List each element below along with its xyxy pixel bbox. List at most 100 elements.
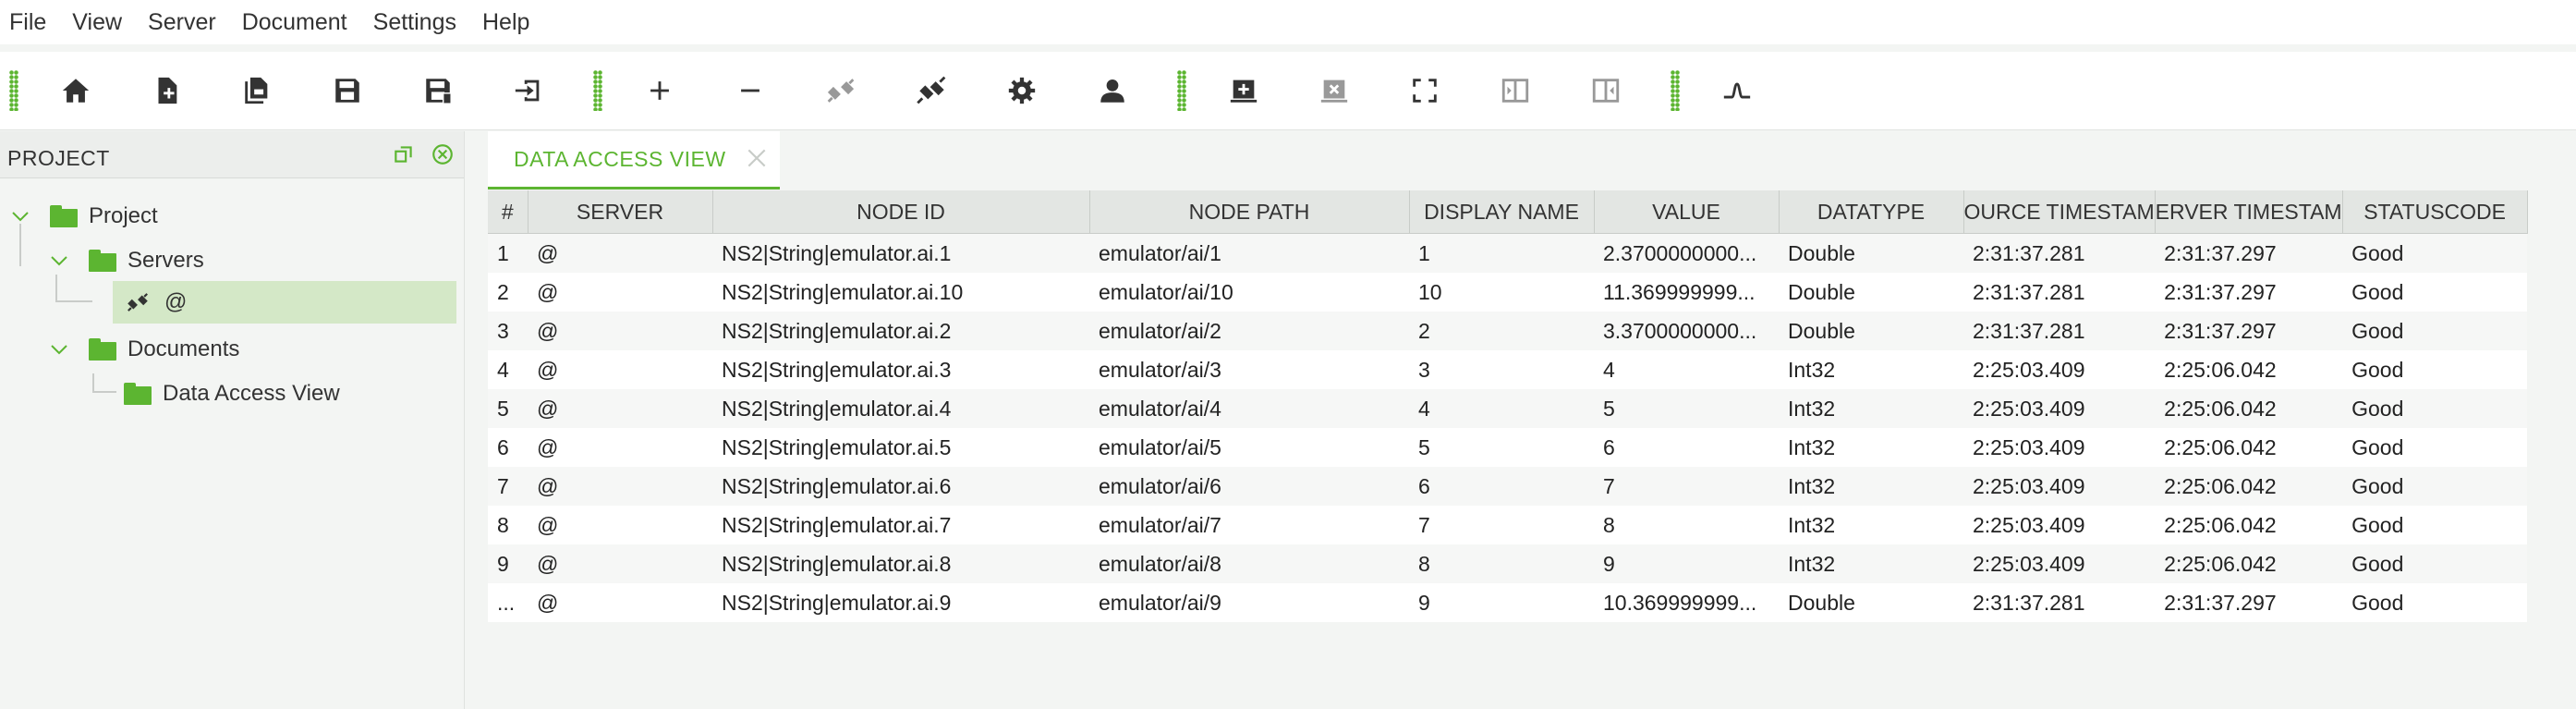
home-icon [62,79,90,103]
column-header-datatype[interactable]: DATATYPE [1779,190,1964,234]
fullscreen-button[interactable] [1399,65,1451,116]
toolbar-grip[interactable] [1671,70,1680,111]
tree-item-project[interactable]: Project [9,195,158,238]
toolbar-grip[interactable] [593,70,602,111]
tree-item-documents[interactable]: Documents [48,328,239,371]
save-as-button[interactable] [412,65,464,116]
table-cell-node-path: emulator/ai/1 [1089,233,1409,273]
tab-label: DATA ACCESS VIEW [514,146,726,171]
new-document-button[interactable] [140,65,192,116]
table-cell-number: 6 [488,428,528,467]
close-icon[interactable] [745,146,769,170]
connect-icon [917,76,946,104]
table-cell-value: 9 [1594,544,1779,583]
tree-item-servers[interactable]: Servers [48,239,204,282]
table-header-row: # SERVER NODE ID NODE PATH DISPLAY NAME VALUE… [488,190,2528,234]
remove-button[interactable] [724,65,776,116]
folder-icon [50,205,78,227]
chevron-down-icon[interactable] [9,205,31,227]
menu-file[interactable]: File [0,0,63,44]
tree-item-data-access-view[interactable]: Data Access View [124,373,340,415]
column-header-server[interactable]: SERVER [528,190,713,234]
table-cell-server: @ [528,312,712,350]
table-row[interactable]: 6 @ NS2|String|emulator.ai.5 emulator/ai/5 5… [488,428,2528,467]
add-view-button[interactable] [1218,65,1270,116]
menu-document[interactable]: Document [233,0,364,44]
column-header-number[interactable]: # [488,190,529,234]
table-cell-node-path: emulator/ai/6 [1089,467,1409,506]
menu-settings[interactable]: Settings [364,0,473,44]
remove-icon [741,89,759,92]
column-header-node-id[interactable]: NODE ID [712,190,1090,234]
table-cell-server: @ [528,428,712,467]
column-header-value[interactable]: VALUE [1594,190,1780,234]
table-row[interactable]: 4 @ NS2|String|emulator.ai.3 emulator/ai/3 3… [488,350,2528,389]
table-cell-node-id: NS2|String|emulator.ai.3 [712,350,1089,389]
add-button[interactable] [634,65,686,116]
table-cell-server: @ [528,273,712,312]
toolbar-grip[interactable] [9,70,18,111]
table-cell-node-path: emulator/ai/2 [1089,312,1409,350]
table-row[interactable]: 8 @ NS2|String|emulator.ai.7 emulator/ai/7 7… [488,506,2528,544]
tree-item-server[interactable]: @ [126,281,187,324]
table-cell-node-path: emulator/ai/5 [1089,428,1409,467]
menu-server[interactable]: Server [139,0,233,44]
restore-icon[interactable] [392,142,416,166]
disconnect-button[interactable] [815,65,867,116]
table-cell-statuscode: Good [2342,312,2528,350]
table-cell-statuscode: Good [2342,506,2528,544]
table-cell-server: @ [528,233,712,273]
tree-item-label: @ [164,289,188,314]
chevron-down-icon[interactable] [48,338,70,361]
table-cell-value: 7 [1594,467,1779,506]
close-view-button[interactable] [1308,65,1360,116]
table-cell-value: 10.369999999... [1594,583,1779,622]
table-row[interactable]: 7 @ NS2|String|emulator.ai.6 emulator/ai/6 6… [488,467,2528,506]
disconnect-icon [827,79,855,103]
table-row[interactable]: ... @ NS2|String|emulator.ai.9 emulator/ai/… [488,583,2528,622]
copy-document-button[interactable] [231,65,283,116]
table-cell-display-name: 10 [1409,273,1594,312]
table-row[interactable]: 5 @ NS2|String|emulator.ai.4 emulator/ai/4 4… [488,389,2528,428]
menu-help[interactable]: Help [473,0,546,44]
table-cell-source-timestamp: 2:31:37.281 [1963,583,2156,622]
settings-button[interactable] [996,65,1048,116]
menu-bar: File View Server Document Settings Help [0,0,2576,44]
panel-left-icon [1501,79,1529,103]
table-row[interactable]: 9 @ NS2|String|emulator.ai.8 emulator/ai/8 8… [488,544,2528,583]
panel-right-button[interactable] [1580,65,1632,116]
table-cell-datatype: Double [1779,583,1963,622]
toolbar-grip[interactable] [1177,70,1186,111]
table-cell-source-timestamp: 2:25:03.409 [1963,467,2156,506]
folder-icon [124,383,152,405]
table-cell-display-name: 8 [1409,544,1594,583]
tab-data-access-view[interactable]: DATA ACCESS VIEW [488,131,780,189]
column-header-display-name[interactable]: DISPLAY NAME [1409,190,1595,234]
column-header-node-path[interactable]: NODE PATH [1089,190,1410,234]
table-cell-node-id: NS2|String|emulator.ai.6 [712,467,1089,506]
table-cell-datatype: Int32 [1779,544,1963,583]
table-cell-source-timestamp: 2:31:37.281 [1963,312,2156,350]
menu-view[interactable]: View [63,0,139,44]
close-icon[interactable] [431,142,455,166]
table-row[interactable]: 2 @ NS2|String|emulator.ai.10 emulator/ai/1… [488,273,2528,312]
table-row[interactable]: 1 @ NS2|String|emulator.ai.1 emulator/ai/1 1… [488,233,2528,273]
table-row[interactable]: 3 @ NS2|String|emulator.ai.2 emulator/ai/2 2… [488,312,2528,350]
tree-item-label: Servers [128,248,204,273]
user-button[interactable] [1087,65,1138,116]
connect-button[interactable] [905,65,957,116]
column-header-statuscode[interactable]: STATUSCODE [2342,190,2528,234]
panel-left-button[interactable] [1489,65,1541,116]
export-button[interactable] [503,65,554,116]
user-icon [1100,79,1124,103]
save-button[interactable] [322,65,373,116]
table-cell-source-timestamp: 2:25:03.409 [1963,544,2156,583]
table-cell-display-name: 7 [1409,506,1594,544]
signal-button[interactable] [1711,65,1763,116]
home-button[interactable] [50,65,102,116]
column-header-source-timestamp[interactable]: OURCE TIMESTAM [1963,190,2156,234]
table-cell-value: 5 [1594,389,1779,428]
chevron-down-icon[interactable] [48,250,70,272]
table-cell-node-id: NS2|String|emulator.ai.10 [712,273,1089,312]
column-header-server-timestamp[interactable]: ERVER TIMESTAM [2155,190,2343,234]
